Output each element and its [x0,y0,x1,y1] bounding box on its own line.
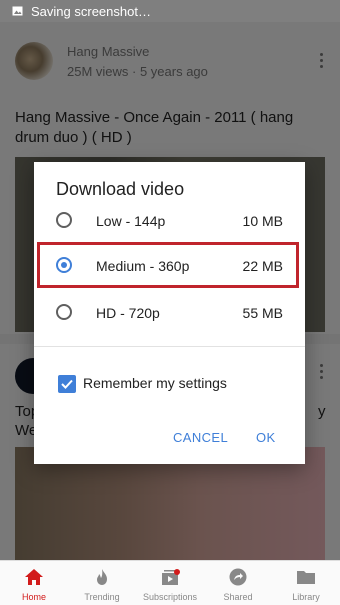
flame-icon [97,569,107,585]
nav-home[interactable]: Home [0,561,68,605]
nav-shared[interactable]: Shared [204,561,272,605]
dialog-title: Download video [56,179,185,199]
option-label: HD - 720p [96,305,160,321]
radio-button-selected-icon[interactable] [56,257,72,273]
option-size: 10 MB [242,213,283,229]
share-icon [229,568,247,586]
folder-icon [297,571,315,584]
nav-label: Home [21,592,46,602]
cancel-button[interactable]: CANCEL [173,430,228,445]
nav-label: Subscriptions [142,592,198,602]
subscriptions-icon [162,569,180,585]
image-icon [12,6,23,16]
radio-button-icon[interactable] [56,212,72,228]
nav-label: Trending [84,592,120,602]
quality-option-medium[interactable]: Medium - 360p 22 MB [34,245,305,289]
nav-label: Library [292,592,320,602]
option-size: 22 MB [242,258,283,274]
status-bar: Saving screenshot… [0,0,340,22]
ok-button[interactable]: OK [256,430,276,445]
status-text: Saving screenshot… [31,3,151,19]
quality-option-hd[interactable]: HD - 720p 55 MB [34,292,305,336]
nav-label: Shared [223,592,253,602]
bottom-nav: Home Trending Subscriptions Shared Libra… [0,560,340,605]
quality-option-low[interactable]: Low - 144p 10 MB [34,200,305,244]
radio-button-icon[interactable] [56,304,72,320]
home-icon [25,569,43,585]
nav-library[interactable]: Library [272,561,340,605]
download-dialog: Download video Low - 144p 10 MB Medium -… [34,162,305,464]
option-size: 55 MB [242,305,283,321]
remember-checkbox[interactable] [58,375,76,393]
remember-label[interactable]: Remember my settings [83,375,227,391]
option-label: Low - 144p [96,213,166,229]
checkmark-icon [61,379,73,389]
nav-subscriptions[interactable]: Subscriptions [136,561,204,605]
nav-trending[interactable]: Trending [68,561,136,605]
dialog-divider [34,346,305,347]
option-label: Medium - 360p [96,258,190,274]
